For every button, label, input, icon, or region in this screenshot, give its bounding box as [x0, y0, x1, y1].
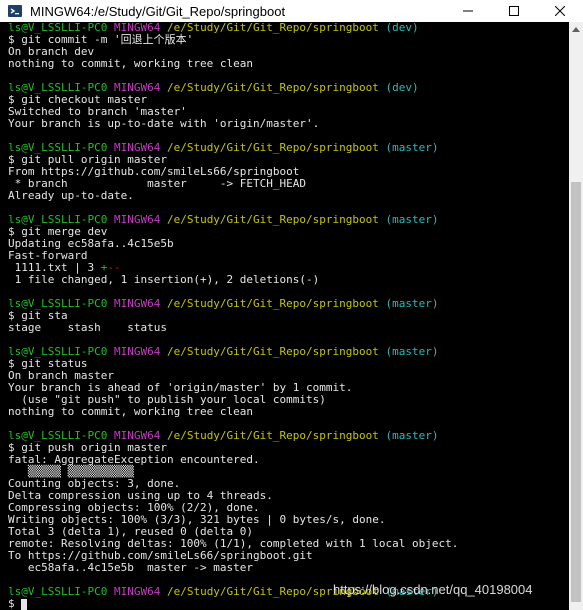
output-line: nothing to commit, working tree clean: [8, 406, 569, 418]
scroll-up-arrow-icon[interactable]: [569, 22, 583, 36]
prompt-line: ls@V_LSSLLI-PC0 MINGW64 /e/Study/Git/Git…: [8, 298, 569, 310]
command-input: $: [8, 597, 22, 610]
maximize-button[interactable]: [491, 0, 537, 22]
vertical-scrollbar[interactable]: [569, 22, 583, 610]
scrollbar-thumb[interactable]: [571, 182, 581, 602]
output-line: Updating ec58afa..4c15e5b: [8, 238, 569, 250]
output-text: Your branch is up-to-date with 'origin/m…: [8, 117, 320, 130]
prompt-branch: (dev): [385, 22, 419, 34]
output-text: ec58afa..4c15e5b master -> master: [8, 561, 254, 574]
output-line: nothing to commit, working tree clean: [8, 58, 569, 70]
text-cursor: [21, 599, 28, 610]
input-line: $: [8, 598, 569, 610]
prompt-shell: MINGW64: [113, 345, 161, 358]
prompt-branch: (master): [385, 213, 439, 226]
prompt-branch: (master): [385, 141, 439, 154]
output-text: stage stash status: [8, 321, 167, 334]
output-text: nothing to commit, working tree clean: [8, 57, 254, 70]
output-line: ec58afa..4c15e5b master -> master: [8, 562, 569, 574]
minimize-icon: [463, 10, 473, 12]
prompt-shell: MINGW64: [113, 213, 161, 226]
close-button[interactable]: [537, 0, 583, 22]
prompt-path: /e/Study/Git/Git_Repo/springboot: [166, 81, 379, 94]
close-icon: [555, 6, 565, 16]
output-text: 1 file changed, 1 insertion(+), 2 deleti…: [8, 273, 320, 286]
prompt-user: ls@V_LSSLLI-PC0: [8, 585, 108, 598]
prompt-path: /e/Study/Git/Git_Repo/springboot: [166, 141, 379, 154]
output-line: Your branch is up-to-date with 'origin/m…: [8, 118, 569, 130]
output-line: Already up-to-date.: [8, 190, 569, 202]
prompt-path: /e/Study/Git/Git_Repo/springboot: [166, 429, 379, 442]
prompt-path: /e/Study/Git/Git_Repo/springboot: [166, 297, 379, 310]
prompt-branch: (master): [385, 297, 439, 310]
output-line: stage stash status: [8, 322, 569, 334]
terminal-window: MINGW64:/e/Study/Git/Git_Repo/springboot…: [0, 0, 583, 610]
prompt-branch: (master): [385, 429, 439, 442]
prompt-line: ls@V_LSSLLI-PC0 MINGW64 /e/Study/Git/Git…: [8, 346, 569, 358]
mingw-terminal-icon: [7, 3, 23, 19]
title-bar[interactable]: MINGW64:/e/Study/Git/Git_Repo/springboot: [0, 0, 583, 22]
output-text: nothing to commit, working tree clean: [8, 405, 254, 418]
prompt-branch: (master): [385, 345, 439, 358]
prompt-shell: MINGW64: [113, 297, 161, 310]
prompt-path: /e/Study/Git/Git_Repo/springboot: [166, 345, 379, 358]
output-line: 1 file changed, 1 insertion(+), 2 deleti…: [8, 274, 569, 286]
terminal-output[interactable]: ls@V_LSSLLI-PC0 MINGW64 /e/Study/Git/Git…: [0, 22, 569, 610]
prompt-shell: MINGW64: [113, 585, 161, 598]
prompt-branch: (dev): [385, 81, 419, 94]
prompt-path: /e/Study/Git/Git_Repo/springboot: [166, 22, 379, 34]
watermark: https://blog.csdn.net/qq_40198004: [333, 582, 533, 597]
prompt-path: /e/Study/Git/Git_Repo/springboot: [166, 213, 379, 226]
output-text: Already up-to-date.: [8, 189, 134, 202]
window-title: MINGW64:/e/Study/Git/Git_Repo/springboot: [30, 3, 286, 19]
minimize-button[interactable]: [445, 0, 491, 22]
maximize-icon: [509, 6, 519, 16]
